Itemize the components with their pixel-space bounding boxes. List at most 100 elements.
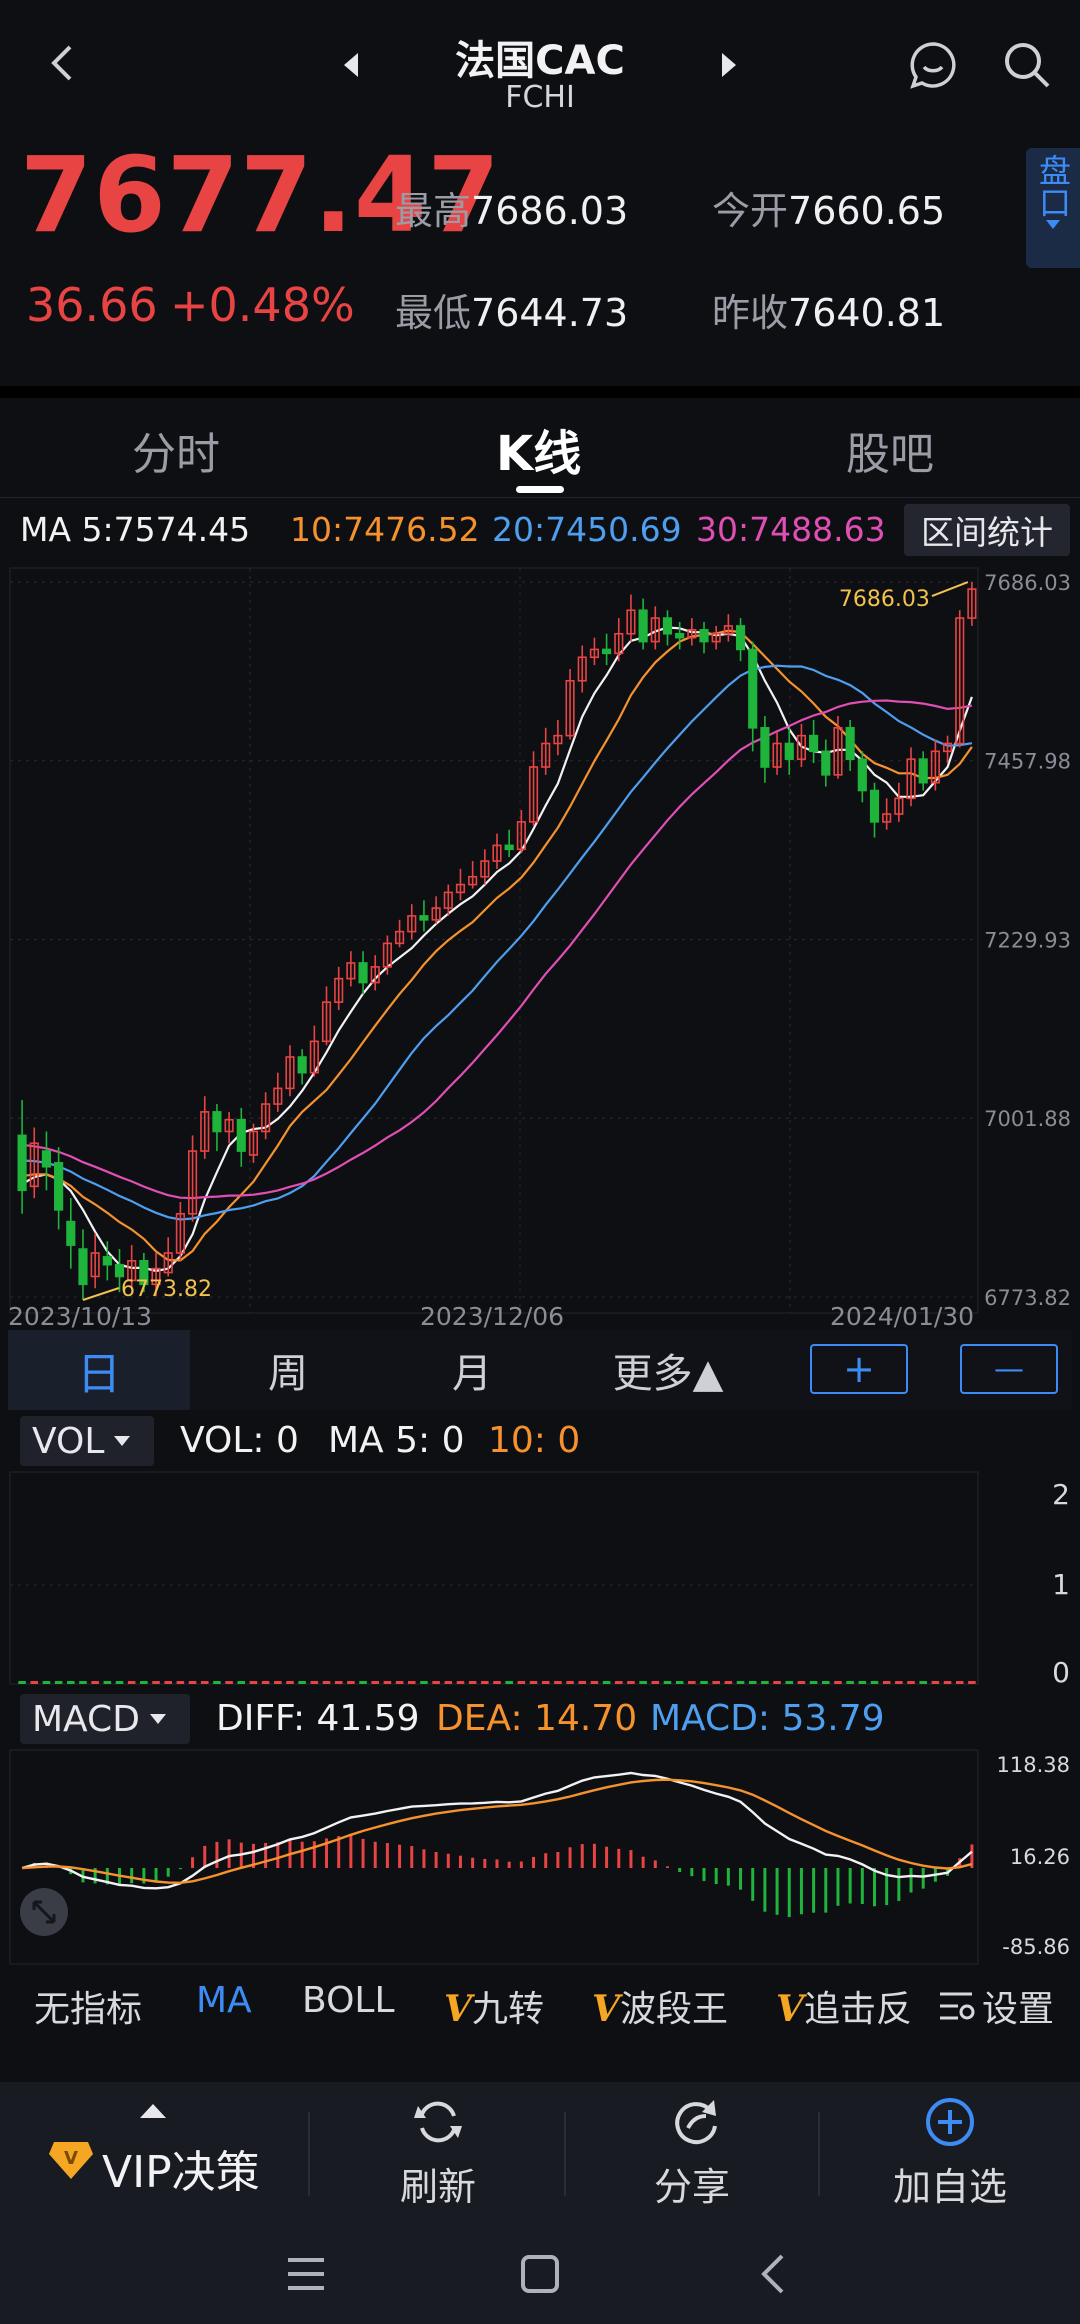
expand-chart-icon[interactable] (20, 1888, 68, 1936)
volume-bar (895, 1681, 903, 1684)
settings-icon (940, 1992, 975, 2020)
ma10-line (21, 629, 973, 1262)
ma30-value: 30:7488.63 (696, 510, 886, 549)
candle-body (102, 1256, 112, 1266)
candle-body (236, 1118, 246, 1152)
ma5-value: MA 5:7574.45 (20, 510, 251, 549)
add-watchlist-button[interactable]: 加自选 (820, 2082, 1080, 2224)
volume-bar (164, 1681, 172, 1684)
zoom-out-button[interactable]: — (960, 1344, 1058, 1394)
volume-bar (286, 1681, 294, 1684)
volume-bar (322, 1681, 331, 1684)
back-icon[interactable] (30, 30, 96, 96)
volume-bar (79, 1681, 87, 1684)
kline-y-tick: 7229.93 (984, 928, 1071, 952)
prev-close-label: 昨收 (712, 291, 789, 335)
volume-bar (724, 1681, 733, 1684)
candle-body (760, 727, 770, 768)
volume-bar (761, 1681, 769, 1684)
indicator-ma[interactable]: MA (196, 1980, 252, 2021)
volume-bar (432, 1681, 440, 1684)
volume-bar (274, 1681, 282, 1684)
volume-bar (748, 1681, 757, 1684)
volume-bar (407, 1681, 416, 1684)
vip-v-icon: V (444, 1988, 472, 2030)
nav-divider (308, 2112, 310, 2196)
volume-bar (736, 1681, 745, 1684)
volume-bar (237, 1681, 246, 1684)
volume-bar (347, 1681, 355, 1684)
macd-y-tick: 118.38 (997, 1753, 1070, 1777)
candle-body (784, 742, 794, 760)
share-button[interactable]: 分享 (566, 2082, 818, 2224)
volume-bar (200, 1681, 209, 1684)
macd-y-tick: -85.86 (1002, 1935, 1070, 1959)
system-back-icon[interactable] (758, 2252, 788, 2296)
low-label: 最低 (395, 291, 472, 335)
volume-bar (846, 1681, 854, 1684)
volume-bar (505, 1681, 513, 1684)
kline-x-tick: 2024/01/30 (830, 1302, 974, 1330)
indicator-boll[interactable]: BOLL (302, 1980, 395, 2021)
volume-bar (785, 1681, 794, 1684)
indicator-boduanwang[interactable]: V波段王 (592, 1980, 728, 2032)
indicator-none[interactable]: 无指标 (34, 1980, 142, 2032)
volume-bar (968, 1681, 976, 1684)
volume-bar (931, 1681, 940, 1684)
volume-bar (651, 1681, 660, 1684)
volume-bar (943, 1681, 952, 1684)
volume-chart[interactable]: 2 1 0 (0, 1470, 1080, 1692)
macd-indicator-select[interactable]: MACD (20, 1694, 190, 1744)
caret-down-icon (114, 1436, 131, 1446)
volume-bar (602, 1681, 611, 1684)
volume-bar (627, 1681, 635, 1684)
indicator-zhuiji[interactable]: V追击反 (776, 1980, 924, 2032)
volume-bar (213, 1681, 221, 1684)
home-icon[interactable] (520, 2254, 560, 2294)
candle-body (17, 1134, 27, 1192)
period-more[interactable]: 更多▲ (568, 1330, 768, 1410)
share-icon (675, 2100, 717, 2145)
low-field: 最低7644.73 (395, 282, 628, 337)
volume-bar (127, 1681, 136, 1684)
open-value: 7660.65 (788, 189, 946, 233)
candle-body (857, 758, 867, 792)
svg-text:V: V (64, 2148, 78, 2169)
indicator-settings[interactable]: 设置 (938, 1980, 1054, 2032)
volume-indicator-select[interactable]: VOL (20, 1416, 154, 1466)
macd-chart[interactable]: 118.38 16.26 -85.86 (0, 1748, 1080, 1970)
min-marker-line (82, 1287, 120, 1301)
search-icon[interactable] (996, 34, 1058, 96)
kline-chart[interactable]: 7686.037457.987229.937001.886773.822023/… (0, 562, 1080, 1330)
volume-bar (590, 1681, 599, 1684)
recent-apps-icon[interactable] (286, 2256, 326, 2292)
interval-stats-button[interactable]: 区间统计 (904, 504, 1070, 556)
prev-index-icon[interactable] (326, 40, 376, 90)
tab-intraday[interactable]: 分时 (132, 418, 220, 482)
candle-body (602, 648, 612, 655)
indicator-settings-label: 设置 (982, 1989, 1055, 2030)
app-header: 法国CAC FCHI (0, 0, 1080, 128)
macd-y-tick: 16.26 (1010, 1845, 1070, 1869)
volume-bar (639, 1681, 647, 1684)
volume-bar (468, 1681, 477, 1684)
period-month[interactable]: 月 (382, 1330, 562, 1410)
period-bar: 日 周 月 更多▲ + — (8, 1330, 1072, 1410)
period-week[interactable]: 周 (198, 1330, 378, 1410)
candle-body (114, 1263, 125, 1278)
next-index-icon[interactable] (704, 40, 754, 90)
period-day[interactable]: 日 (8, 1330, 190, 1410)
refresh-button[interactable]: 刷新 (312, 2082, 564, 2224)
tab-forum[interactable]: 股吧 (846, 418, 934, 482)
volume-bar (383, 1681, 392, 1684)
zoom-in-button[interactable]: + (810, 1344, 908, 1394)
high-label: 最高 (395, 189, 472, 233)
macd-diff-line (21, 1771, 973, 1890)
volume-bar (712, 1681, 720, 1684)
indicator-jiuzhuan[interactable]: V九转 (444, 1980, 544, 2032)
ma10-value: 10:7476.52 (290, 510, 480, 549)
tab-kline[interactable]: K线 (496, 414, 581, 484)
chat-icon[interactable] (902, 34, 964, 96)
vip-decision-button[interactable]: V VIP决策 (0, 2082, 308, 2224)
order-book-tab[interactable]: 盘口 (1026, 148, 1080, 268)
